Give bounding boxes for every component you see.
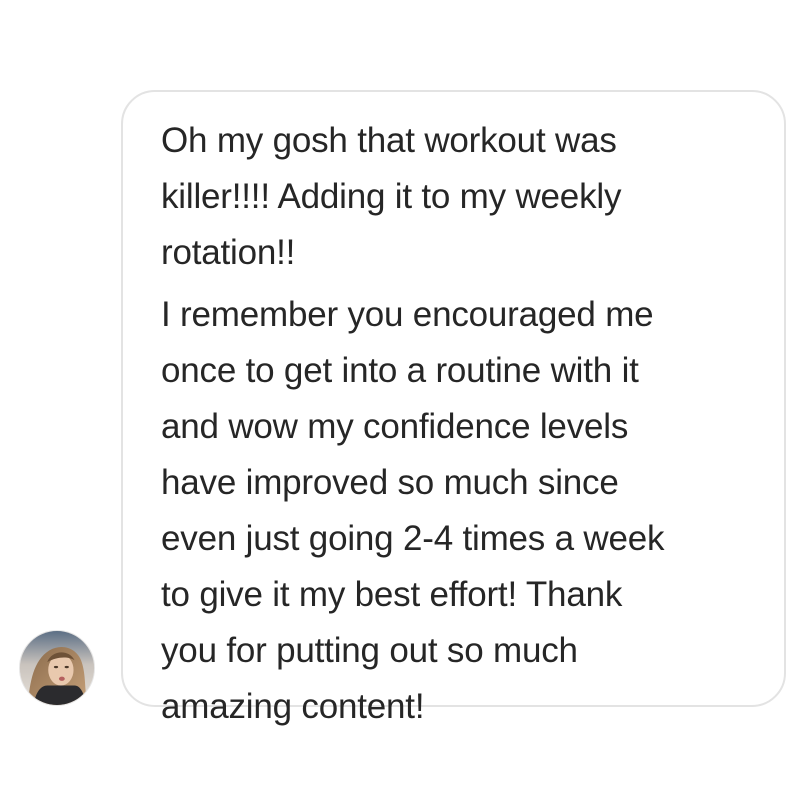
message-line: rotation!! bbox=[161, 233, 296, 272]
sender-avatar[interactable] bbox=[19, 630, 95, 706]
message-line: and wow my confidence levels bbox=[161, 407, 629, 446]
message-bubble[interactable]: Oh my gosh that workout was killer!!!! A… bbox=[121, 90, 786, 726]
message-line: killer!!!! Adding it to my weekly bbox=[161, 177, 622, 216]
message-line: I remember you encouraged me bbox=[161, 295, 654, 334]
message-line: have improved so much since bbox=[161, 463, 619, 502]
message-paragraph: I remember you encouraged me once to get… bbox=[161, 287, 748, 735]
message-line: amazing content! bbox=[161, 687, 425, 726]
message-paragraph: Oh my gosh that workout was killer!!!! A… bbox=[161, 113, 748, 281]
message-thread: Oh my gosh that workout was killer!!!! A… bbox=[0, 0, 800, 800]
message-line: even just going 2-4 times a week bbox=[161, 519, 665, 558]
message-line: to give it my best effort! Thank bbox=[161, 575, 623, 614]
message-line: once to get into a routine with it bbox=[161, 351, 639, 390]
message-line: Oh my gosh that workout was bbox=[161, 121, 617, 160]
message-line: you for putting out so much bbox=[161, 631, 578, 670]
profile-photo-icon bbox=[20, 631, 94, 705]
